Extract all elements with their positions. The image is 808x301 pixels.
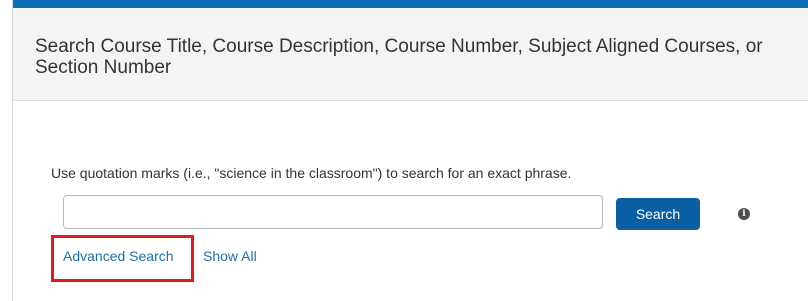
- info-icon[interactable]: i: [738, 208, 750, 220]
- search-panel: Search Course Title, Course Description,…: [12, 0, 808, 301]
- search-hint: Use quotation marks (i.e., "science in t…: [51, 165, 572, 181]
- show-all-link[interactable]: Show All: [203, 248, 257, 264]
- panel-title: Search Course Title, Course Description,…: [35, 36, 763, 78]
- advanced-search-link[interactable]: Advanced Search: [63, 248, 174, 264]
- accent-bar: [13, 0, 808, 8]
- panel-header: Search Course Title, Course Description,…: [13, 8, 808, 101]
- search-button[interactable]: Search: [616, 198, 700, 230]
- search-input[interactable]: [63, 195, 603, 229]
